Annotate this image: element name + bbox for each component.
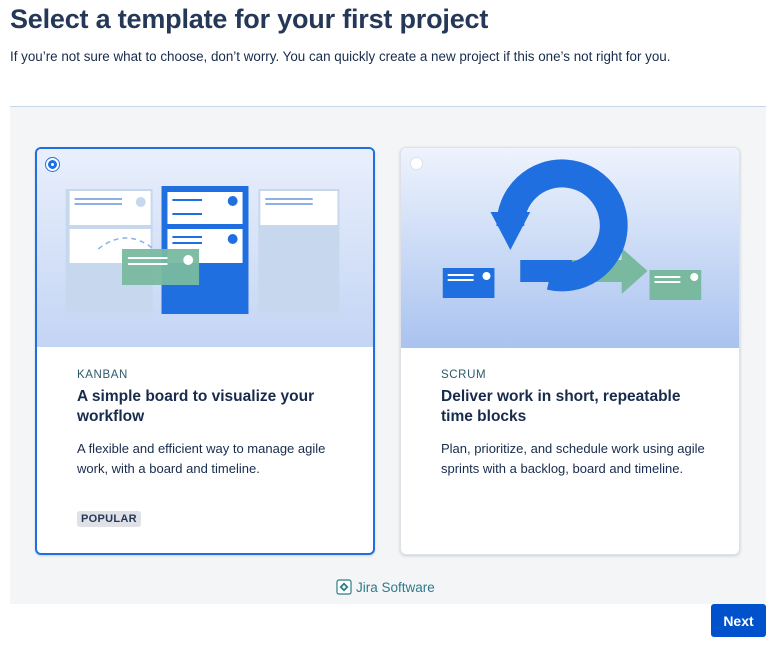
next-button[interactable]: Next: [711, 604, 766, 637]
jira-software-brand: Jira Software: [336, 578, 435, 596]
template-card-body: SCRUM Deliver work in short, repeatable …: [441, 369, 711, 478]
template-heading: A simple board to visualize your workflo…: [77, 388, 315, 425]
scrum-cycle-illustration: [401, 148, 739, 348]
template-card-kanban[interactable]: KANBAN A simple board to visualize your …: [35, 147, 375, 555]
template-radio-kanban[interactable]: [46, 158, 59, 171]
template-description: Plan, prioritize, and schedule work usin…: [441, 441, 705, 476]
template-card-scrum[interactable]: SCRUM Deliver work in short, repeatable …: [400, 147, 740, 555]
page-title: Select a template for your first project: [10, 4, 489, 34]
template-radio-scrum[interactable]: [410, 157, 423, 170]
template-card-body: KANBAN A simple board to visualize your …: [77, 369, 347, 478]
template-description: A flexible and efficient way to manage a…: [77, 441, 326, 476]
popular-badge: POPULAR: [77, 511, 141, 527]
kanban-board-illustration: [37, 149, 373, 347]
jira-software-logo-icon: [336, 579, 352, 595]
template-heading: Deliver work in short, repeatable time b…: [441, 388, 681, 425]
template-category: KANBAN: [77, 369, 128, 381]
template-category: SCRUM: [441, 369, 487, 381]
page-subtitle: If you’re not sure what to choose, don’t…: [10, 49, 671, 64]
brand-label: Jira Software: [356, 579, 435, 595]
